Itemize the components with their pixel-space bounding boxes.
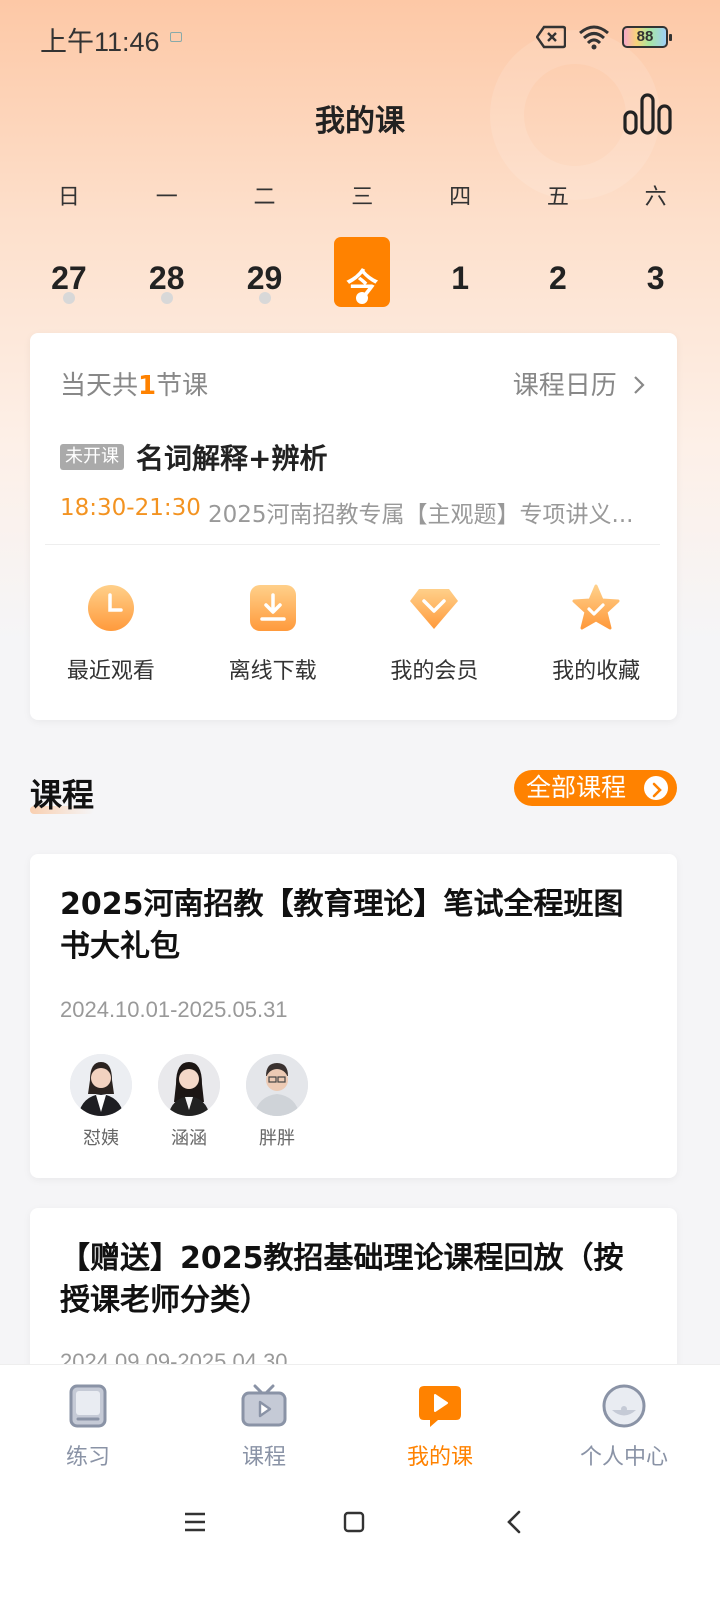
avatar bbox=[158, 1054, 220, 1116]
tab-label: 个人中心 bbox=[579, 1445, 668, 1470]
bottom-tab-bar: 练习 课程 我的课 个人中心 bbox=[0, 1364, 720, 1484]
shortcut-recent[interactable]: 最近观看 bbox=[30, 583, 192, 685]
my-course-play-icon bbox=[419, 1386, 461, 1427]
shortcut-row: 最近观看 离线下载 我的会员 我的收藏 bbox=[30, 583, 677, 685]
has-lesson-dot bbox=[63, 292, 75, 304]
stats-chart-icon[interactable] bbox=[622, 92, 674, 136]
day-number: 3 bbox=[646, 260, 665, 296]
day-number: 2 bbox=[548, 260, 567, 296]
lesson-title[interactable]: 名词解释+辨析 bbox=[136, 437, 327, 477]
divider bbox=[45, 544, 660, 545]
download-icon bbox=[249, 585, 296, 631]
page-title: 我的课 bbox=[315, 104, 405, 139]
shortcut-download[interactable]: 离线下载 bbox=[192, 583, 354, 685]
teacher: 怼姨 bbox=[70, 1054, 132, 1150]
calendar-day[interactable]: 二 29 bbox=[216, 178, 314, 308]
all-courses-button[interactable]: 全部课程 bbox=[514, 770, 677, 806]
tv-play-icon bbox=[241, 1384, 287, 1427]
weekday-label: 二 bbox=[253, 185, 276, 210]
lesson-time: 18:30-21:30 bbox=[60, 495, 201, 521]
weekday-label: 六 bbox=[644, 185, 667, 210]
weekday-label: 一 bbox=[155, 185, 178, 210]
system-navigation-bar bbox=[0, 1484, 720, 1600]
menu-icon[interactable] bbox=[184, 1512, 206, 1532]
status-icons: 88 bbox=[536, 24, 672, 50]
course-calendar-link[interactable]: 课程日历 bbox=[513, 365, 647, 402]
week-calendar: 日 27 一 28 二 29 三 今 四 1 五 2 六 3 bbox=[20, 178, 705, 308]
sim-icon bbox=[170, 32, 182, 42]
lesson-count-suffix: 节课 bbox=[156, 371, 209, 401]
shortcut-label: 我的收藏 bbox=[552, 659, 641, 684]
all-courses-label: 全部课程 bbox=[526, 773, 627, 802]
no-sim-icon bbox=[536, 25, 566, 49]
shortcut-label: 最近观看 bbox=[66, 659, 155, 684]
teacher-name: 怼姨 bbox=[83, 1128, 119, 1149]
weekday-label: 五 bbox=[546, 185, 569, 210]
shortcut-favorites[interactable]: 我的收藏 bbox=[515, 583, 677, 685]
weekday-label: 四 bbox=[449, 185, 472, 210]
weekday-label: 日 bbox=[57, 185, 80, 210]
practice-book-icon bbox=[69, 1384, 107, 1428]
calendar-day[interactable]: 一 28 bbox=[118, 178, 216, 308]
wifi-icon bbox=[579, 25, 609, 50]
vip-diamond-icon bbox=[410, 589, 459, 629]
lesson-course-name: 2025河南招教专属【主观题】专项讲义... bbox=[208, 502, 634, 528]
back-chevron-icon[interactable] bbox=[506, 1510, 522, 1534]
tab-my-courses[interactable]: 我的课 bbox=[352, 1365, 528, 1484]
lesson-count: 当天共1节课 bbox=[60, 365, 208, 402]
day-number: 1 bbox=[451, 260, 469, 296]
teacher: 胖胖 bbox=[246, 1054, 308, 1150]
battery-indicator: 88 bbox=[622, 26, 672, 48]
has-lesson-dot bbox=[160, 292, 173, 304]
today-lessons-card: 当天共1节课 课程日历 未开课 名词解释+辨析 18:30-21:30 2025… bbox=[30, 333, 677, 720]
calendar-day[interactable]: 五 2 bbox=[509, 178, 607, 308]
status-badge: 未开课 bbox=[60, 444, 124, 470]
teacher-name: 胖胖 bbox=[259, 1128, 295, 1149]
tab-label: 练习 bbox=[65, 1445, 110, 1470]
tab-label: 我的课 bbox=[406, 1445, 473, 1470]
calendar-day[interactable]: 日 27 bbox=[20, 178, 118, 308]
tab-courses[interactable]: 课程 bbox=[176, 1365, 352, 1484]
course-date-range: 2024.10.01-2025.05.31 bbox=[60, 997, 288, 1022]
status-bar: 上午11:46 88 bbox=[0, 0, 720, 76]
shortcut-label: 我的会员 bbox=[390, 659, 479, 684]
shortcut-label: 离线下载 bbox=[228, 659, 317, 684]
section-title: 课程 bbox=[30, 776, 95, 814]
weekday-label: 三 bbox=[351, 185, 374, 210]
avatar bbox=[246, 1054, 308, 1116]
course-title: 2025河南招教【教育理论】笔试全程班图书大礼包 bbox=[60, 887, 624, 964]
calendar-day-today[interactable]: 三 今 bbox=[313, 178, 411, 308]
tab-practice[interactable]: 练习 bbox=[0, 1365, 176, 1484]
teacher-name: 涵涵 bbox=[171, 1128, 207, 1149]
lesson-count-number: 1 bbox=[138, 371, 157, 401]
course-title: 【赠送】2025教招基础理论课程回放（按授课老师分类） bbox=[60, 1241, 624, 1318]
has-lesson-dot bbox=[258, 292, 271, 304]
course-card[interactable]: 2025河南招教【教育理论】笔试全程班图书大礼包 2024.10.01-2025… bbox=[30, 854, 677, 1178]
shortcut-vip[interactable]: 我的会员 bbox=[354, 583, 516, 685]
chevron-right-icon bbox=[644, 776, 668, 800]
clock-icon bbox=[87, 585, 134, 631]
chevron-right-icon bbox=[634, 376, 645, 394]
avatar bbox=[70, 1054, 132, 1116]
star-icon bbox=[572, 584, 620, 630]
tab-label: 课程 bbox=[241, 1445, 286, 1470]
teacher: 涵涵 bbox=[158, 1054, 220, 1150]
teacher-list: 怼姨 涵涵 胖胖 bbox=[70, 1054, 308, 1150]
home-square-icon[interactable] bbox=[343, 1511, 365, 1533]
lesson-count-prefix: 当天共 bbox=[60, 371, 139, 401]
calendar-day[interactable]: 四 1 bbox=[411, 178, 509, 308]
status-time: 上午11:46 bbox=[40, 27, 160, 57]
course-calendar-label: 课程日历 bbox=[512, 371, 617, 401]
calendar-day[interactable]: 六 3 bbox=[607, 178, 705, 308]
tab-profile[interactable]: 个人中心 bbox=[528, 1365, 720, 1484]
profile-avatar-icon bbox=[602, 1384, 646, 1428]
